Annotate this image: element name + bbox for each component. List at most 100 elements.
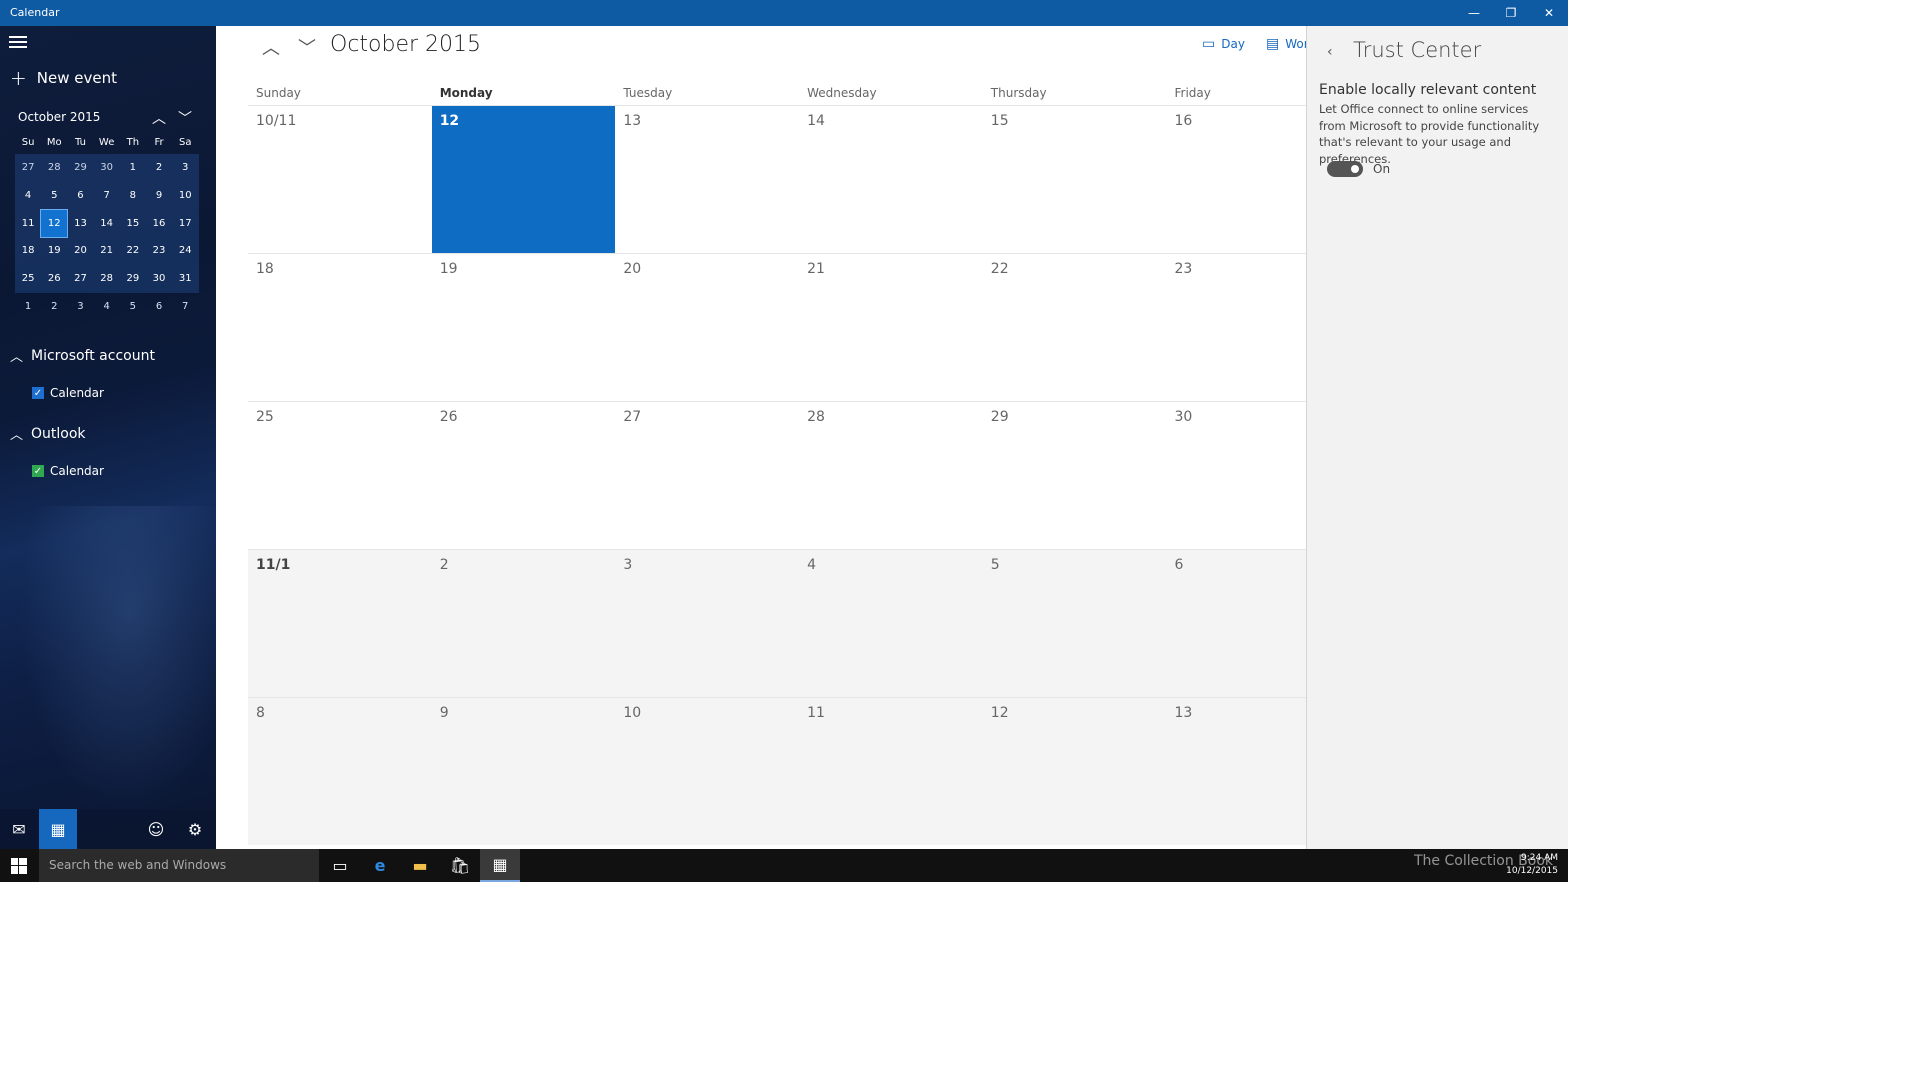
mini-day[interactable]: 17 [172, 210, 198, 238]
day-cell[interactable]: 29 [983, 402, 1167, 550]
task-view-icon[interactable]: ▭ [320, 849, 360, 882]
mini-day[interactable]: 20 [67, 237, 93, 265]
day-cell[interactable]: 14 [799, 106, 983, 254]
day-view-button[interactable]: ▭ Day [1202, 36, 1245, 52]
mini-day[interactable]: 1 [120, 154, 146, 182]
mini-day[interactable]: 14 [94, 210, 120, 238]
day-cell[interactable]: 20 [615, 254, 799, 402]
mini-day[interactable]: 24 [172, 237, 198, 265]
mini-day[interactable]: 11 [15, 210, 41, 238]
mini-day[interactable]: 19 [41, 237, 67, 265]
mini-day[interactable]: 4 [15, 182, 41, 210]
day-cell[interactable]: 27 [615, 402, 799, 550]
windows-start-icon[interactable] [0, 849, 38, 882]
mini-week-row: 11 12 13 14 15 16 17 [15, 208, 199, 239]
mini-day[interactable]: 18 [15, 237, 41, 265]
work-week-view-button[interactable]: ▤ Wor [1266, 36, 1309, 52]
day-cell[interactable]: 4 [799, 550, 983, 698]
account-microsoft[interactable]: ︿ Microsoft account [10, 346, 155, 366]
mini-day[interactable]: 7 [172, 293, 198, 321]
day-cell[interactable]: 10 [615, 698, 799, 846]
day-cell[interactable]: 5 [983, 550, 1167, 698]
mini-day[interactable]: 3 [67, 293, 93, 321]
mini-day[interactable]: 23 [146, 237, 172, 265]
mini-next-month-icon[interactable]: ﹀ [178, 108, 192, 128]
mini-day[interactable]: 4 [94, 293, 120, 321]
minimize-button[interactable]: — [1455, 0, 1493, 26]
next-month-icon[interactable]: ﹀ [298, 34, 316, 60]
account-outlook[interactable]: ︿ Outlook [10, 424, 86, 444]
mini-day[interactable]: 5 [41, 182, 67, 210]
mini-day[interactable]: 12 [40, 208, 69, 239]
mini-prev-month-icon[interactable]: ︿ [152, 108, 166, 128]
mini-day[interactable]: 21 [94, 237, 120, 265]
mini-day[interactable]: 15 [120, 210, 146, 238]
feedback-smiley-icon[interactable]: ☺ [137, 809, 175, 849]
file-explorer-icon[interactable]: ▬ [400, 849, 440, 882]
mini-day[interactable]: 6 [67, 182, 93, 210]
checkbox-checked-icon[interactable]: ✓ [32, 465, 44, 477]
day-cell[interactable]: 10/11 [248, 106, 432, 254]
day-cell[interactable]: 15 [983, 106, 1167, 254]
day-cell[interactable]: 13 [615, 106, 799, 254]
day-cell[interactable]: 22 [983, 254, 1167, 402]
day-cell[interactable]: 3 [615, 550, 799, 698]
day-cell[interactable]: 8 [248, 698, 432, 846]
close-button[interactable]: ✕ [1530, 0, 1568, 26]
mini-day[interactable]: 6 [146, 293, 172, 321]
back-arrow-icon[interactable]: ‹ [1327, 44, 1333, 60]
hamburger-menu-icon[interactable] [9, 36, 27, 50]
edge-browser-icon[interactable]: e [360, 849, 400, 882]
calendar-item-outlook[interactable]: ✓ Calendar [32, 464, 104, 478]
mail-icon[interactable]: ✉ [0, 809, 38, 849]
day-cell[interactable]: 12 [983, 698, 1167, 846]
mini-day[interactable]: 2 [146, 154, 172, 182]
mini-day[interactable]: 29 [67, 154, 93, 182]
day-cell[interactable]: 21 [799, 254, 983, 402]
day-cell[interactable]: 19 [432, 254, 616, 402]
calendar-item-microsoft[interactable]: ✓ Calendar [32, 386, 104, 400]
restore-button[interactable]: ❐ [1492, 0, 1530, 26]
mini-day[interactable]: 28 [41, 154, 67, 182]
checkbox-checked-icon[interactable]: ✓ [32, 387, 44, 399]
mini-day[interactable]: 5 [120, 293, 146, 321]
mini-day[interactable]: 1 [15, 293, 41, 321]
mini-day[interactable]: 27 [15, 154, 41, 182]
system-clock[interactable]: 9:24 AM 10/12/2015 [1506, 852, 1558, 878]
new-event-button[interactable]: + New event [10, 68, 117, 88]
day-cell[interactable]: 11 [799, 698, 983, 846]
local-content-toggle[interactable] [1327, 161, 1363, 177]
day-cell[interactable]: 9 [432, 698, 616, 846]
day-cell[interactable]: 26 [432, 402, 616, 550]
taskbar-search-box[interactable]: Search the web and Windows [39, 849, 319, 882]
mini-day[interactable]: 7 [94, 182, 120, 210]
mini-day[interactable]: 26 [41, 265, 67, 293]
mini-calendar-month[interactable]: October 2015 [18, 110, 100, 124]
mini-day[interactable]: 30 [146, 265, 172, 293]
day-cell[interactable]: 2 [432, 550, 616, 698]
day-cell[interactable]: 18 [248, 254, 432, 402]
previous-month-icon[interactable]: ︿ [262, 34, 280, 60]
mini-day[interactable]: 29 [120, 265, 146, 293]
mini-day[interactable]: 30 [94, 154, 120, 182]
mini-day[interactable]: 8 [120, 182, 146, 210]
mini-day[interactable]: 16 [146, 210, 172, 238]
mini-day[interactable]: 28 [94, 265, 120, 293]
calendar-taskbar-icon[interactable]: ▦ [480, 849, 520, 882]
day-cell[interactable]: 28 [799, 402, 983, 550]
day-cell[interactable]: 11/1 [248, 550, 432, 698]
mini-day[interactable]: 31 [172, 265, 198, 293]
mini-day[interactable]: 3 [172, 154, 198, 182]
day-cell[interactable]: 12 [431, 106, 616, 254]
mini-day[interactable]: 25 [15, 265, 41, 293]
mini-day[interactable]: 13 [67, 210, 93, 238]
settings-gear-icon[interactable]: ⚙ [176, 809, 214, 849]
mini-day[interactable]: 27 [67, 265, 93, 293]
calendar-app-icon[interactable]: ▦ [39, 809, 77, 849]
mini-day[interactable]: 2 [41, 293, 67, 321]
store-icon[interactable]: 🛍 [440, 849, 480, 882]
mini-day[interactable]: 10 [172, 182, 198, 210]
mini-day[interactable]: 9 [146, 182, 172, 210]
mini-day[interactable]: 22 [120, 237, 146, 265]
day-cell[interactable]: 25 [248, 402, 432, 550]
